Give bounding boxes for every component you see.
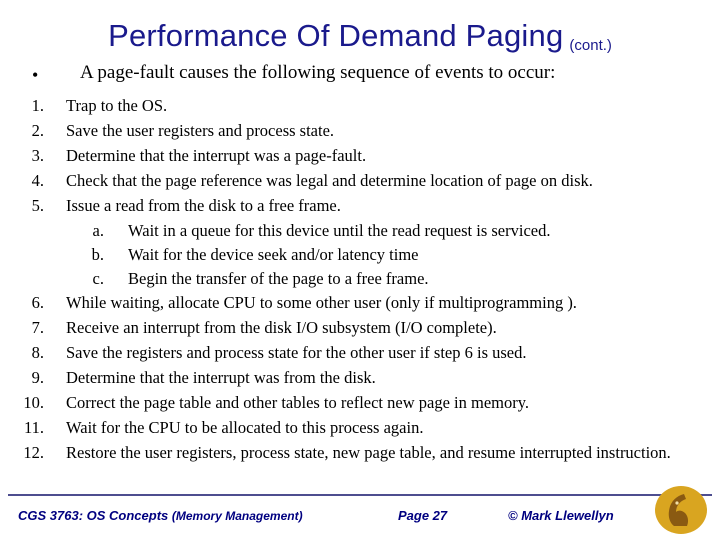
footer-course-text: CGS 3763: OS Concepts [18,508,172,523]
list-item-number: 11. [23,418,44,437]
list-item: 11. Wait for the CPU to be allocated to … [0,418,720,443]
footer-course: CGS 3763: OS Concepts (Memory Management… [18,508,303,523]
title-continued-label: (cont.) [569,37,612,54]
list-item: 4. Check that the page reference was leg… [0,171,720,196]
intro-bullet: • A page-fault causes the following sequ… [0,62,720,86]
list-item-text: Save the registers and process state for… [66,343,527,362]
list-item: 7. Receive an interrupt from the disk I/… [0,318,720,343]
list-item: 8. Save the registers and process state … [0,343,720,368]
list-item-number: 12. [23,443,44,462]
list-item-text: Restore the user registers, process stat… [66,443,671,462]
list-item-text: Issue a read from the disk to a free fra… [66,196,341,215]
slide-title: Performance Of Demand Paging (cont.) [0,18,720,54]
sub-list-item-text: Wait in a queue for this device until th… [128,221,551,240]
list-item-number: 10. [23,393,44,412]
list-item-number: 8. [31,343,44,362]
slide: Performance Of Demand Paging (cont.) • A … [0,0,720,540]
list-item: 10. Correct the page table and other tab… [0,393,720,418]
footer-copyright: © Mark Llewellyn [508,508,614,523]
knight-logo-icon [655,486,707,534]
sub-list-item-text: Wait for the device seek and/or latency … [128,245,419,264]
list-item: 2. Save the user registers and process s… [0,121,720,146]
list-item-text: Check that the page reference was legal … [66,171,593,190]
list-item: 6. While waiting, allocate CPU to some o… [0,293,720,318]
list-item-number: 3. [31,146,44,165]
numbered-list: 1. Trap to the OS. 2. Save the user regi… [0,96,720,489]
list-item-text: Trap to the OS. [66,96,168,115]
list-item-text: Save the user registers and process stat… [66,121,335,140]
list-item: 12. Restore the user registers, process … [0,443,720,489]
page-title: Performance Of Demand Paging [108,18,564,53]
sub-list-item-number: a. [92,221,104,240]
sub-list-item: c. Begin the transfer of the page to a f… [0,269,720,293]
list-item-text: Correct the page table and other tables … [66,393,530,412]
list-item: 9. Determine that the interrupt was from… [0,368,720,393]
footer-page-number: Page 27 [398,508,448,523]
list-item-number: 1. [31,96,44,115]
bullet-dot-icon: • [32,65,39,85]
list-item-text: While waiting, allocate CPU to some othe… [66,293,577,312]
intro-bullet-text: A page-fault causes the following sequen… [80,62,556,83]
list-item-number: 6. [31,293,44,312]
list-item-text: Wait for the CPU to be allocated to this… [66,418,424,437]
list-item: 1. Trap to the OS. [0,96,720,121]
sub-list-item-number: b. [91,245,104,264]
list-item-text: Determine that the interrupt was a page-… [66,146,367,165]
sub-list-item: a. Wait in a queue for this device until… [0,221,720,245]
list-item-number: 2. [31,121,44,140]
list-item-number: 9. [31,368,44,387]
sub-list-item-text: Begin the transfer of the page to a free… [128,269,429,288]
list-item-text: Receive an interrupt from the disk I/O s… [66,318,497,337]
slide-footer: CGS 3763: OS Concepts (Memory Management… [0,500,720,540]
sub-list-item: b. Wait for the device seek and/or laten… [0,245,720,269]
sub-list-item-number: c. [92,269,104,288]
list-item: 5. Issue a read from the disk to a free … [0,196,720,221]
list-item-number: 5. [31,196,44,215]
footer-topic-text: (Memory Management) [171,509,303,523]
list-item: 3. Determine that the interrupt was a pa… [0,146,720,171]
footer-divider [8,494,712,496]
list-item-number: 4. [31,171,44,190]
list-item-text: Determine that the interrupt was from th… [66,368,376,387]
list-item-number: 7. [31,318,44,337]
